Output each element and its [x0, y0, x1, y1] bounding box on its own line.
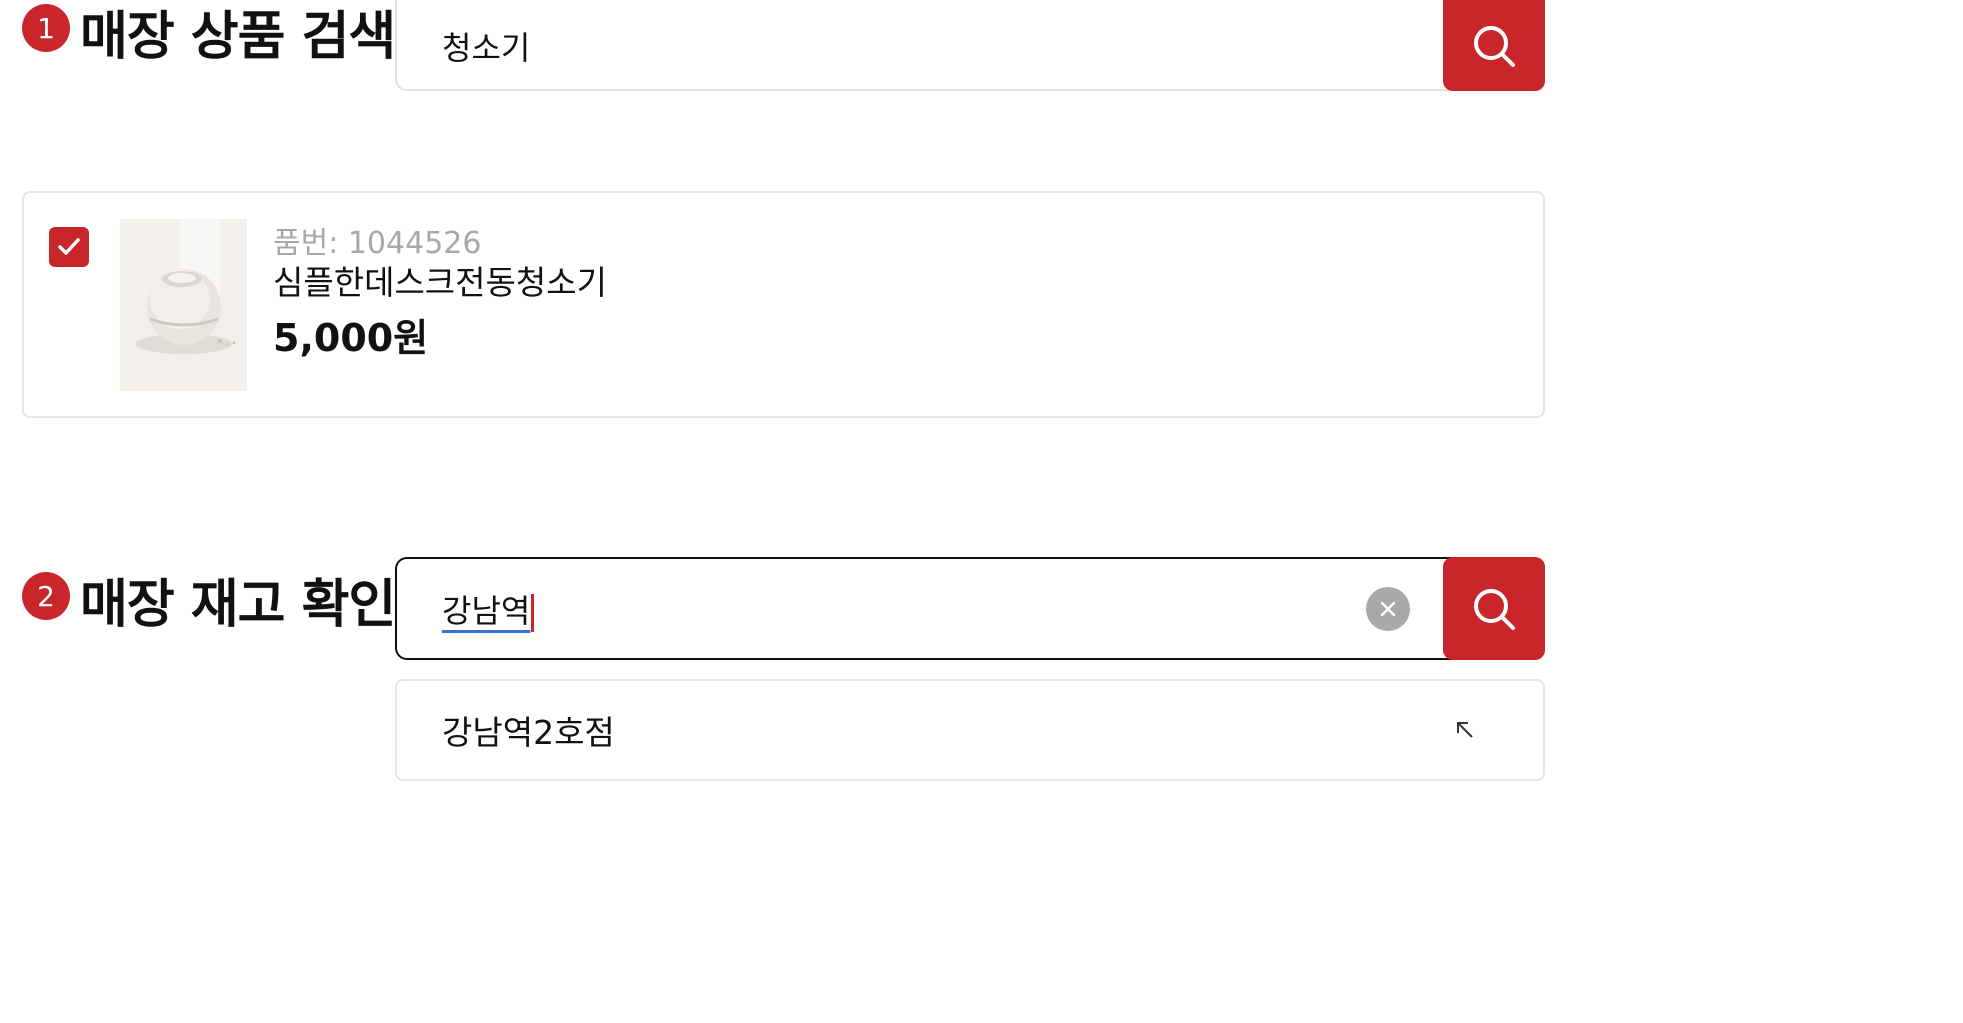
store-search-input[interactable]: 강남역	[397, 586, 535, 632]
product-search-input[interactable]: 청소기	[397, 11, 530, 69]
search-icon	[1474, 588, 1515, 630]
product-price: 5,000원	[273, 316, 429, 360]
check-icon	[58, 238, 80, 255]
step-badge-2: 2	[22, 572, 70, 620]
clear-icon	[1380, 601, 1396, 617]
store-search-button[interactable]	[1443, 557, 1545, 660]
product-name: 심플한데스크전동청소기	[273, 263, 607, 302]
step-badge-1: 1	[22, 4, 70, 52]
arrow-up-left-icon[interactable]	[1455, 720, 1475, 740]
product-search-button[interactable]	[1443, 0, 1545, 91]
product-checkbox[interactable]	[49, 227, 89, 267]
product-card[interactable]	[22, 191, 1545, 418]
search-icon	[1474, 25, 1515, 67]
suggestion-label: 강남역2호점	[442, 713, 615, 752]
section-title-product-search: 매장 상품 검색	[80, 7, 396, 67]
clear-search-button[interactable]	[1366, 587, 1410, 631]
product-image	[120, 219, 247, 391]
text-caret	[531, 593, 535, 632]
suggestion-item[interactable]: 강남역2호점	[395, 679, 1545, 781]
section-title-stock-check: 매장 재고 확인	[80, 575, 396, 635]
product-search-field[interactable]: 청소기	[395, 0, 1545, 91]
store-search-value: 강남역	[442, 591, 531, 630]
